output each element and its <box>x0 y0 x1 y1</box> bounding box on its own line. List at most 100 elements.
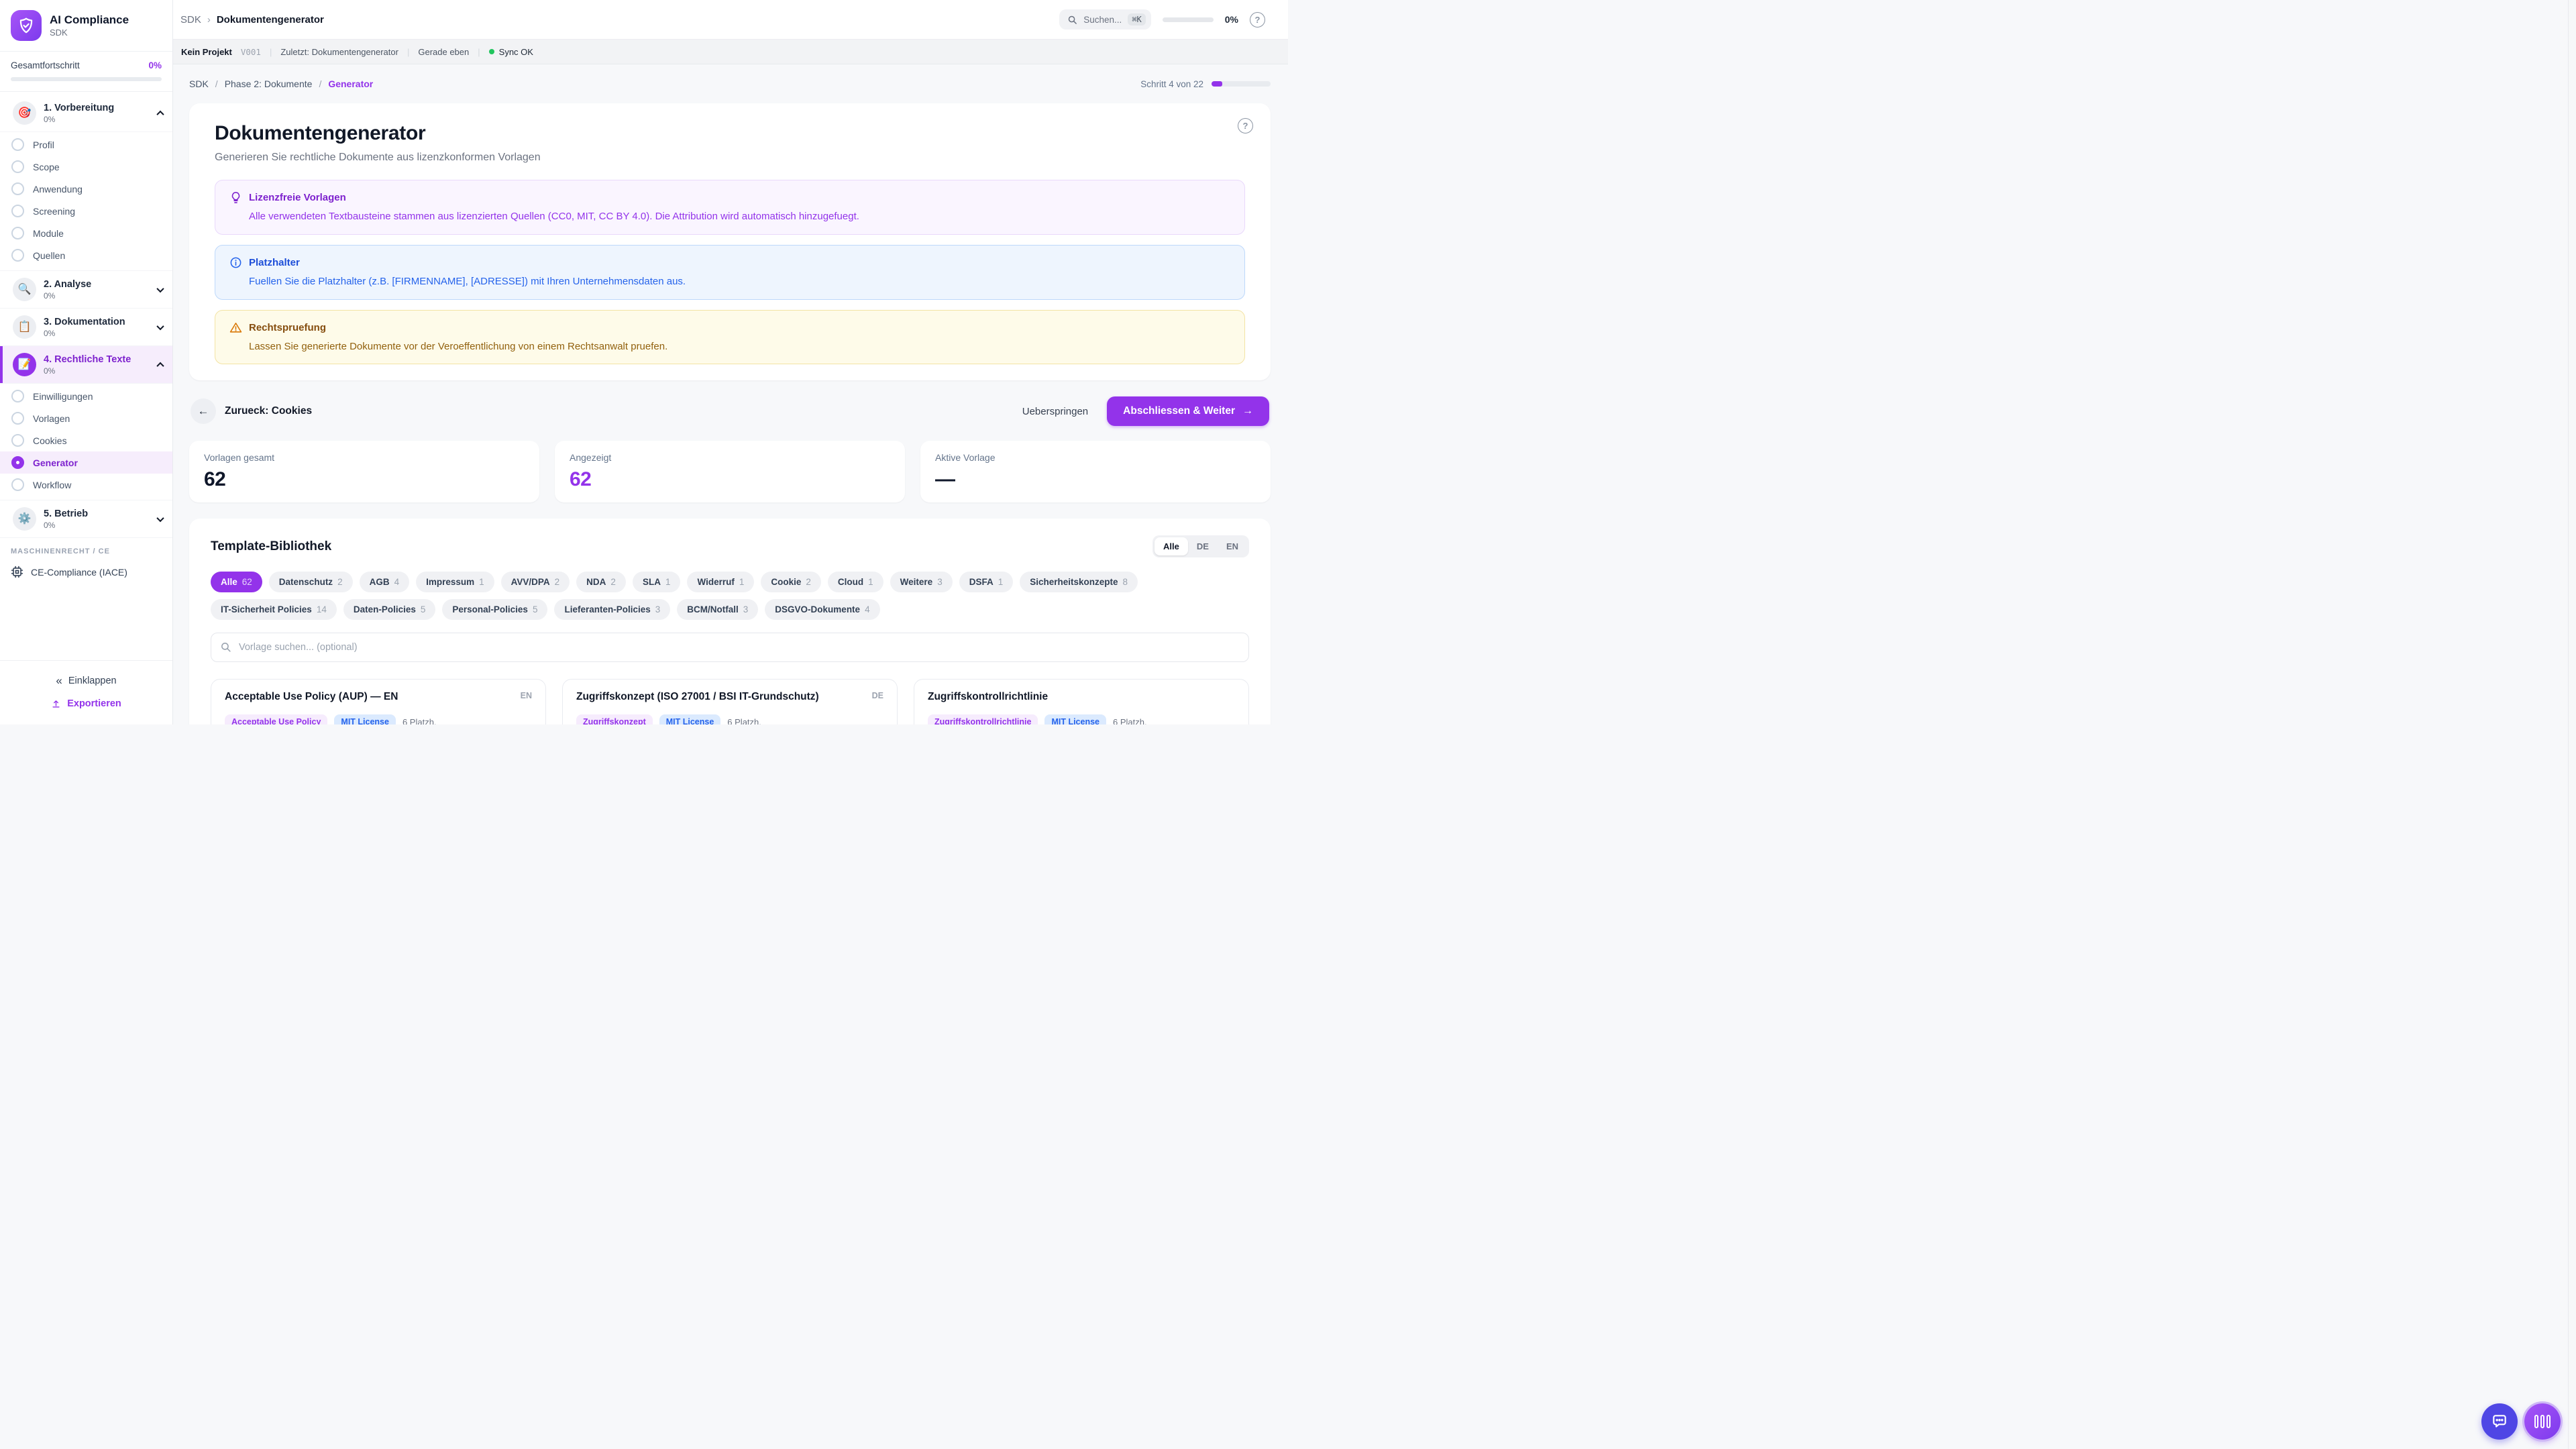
template-search-input[interactable] <box>211 633 1249 662</box>
scrollbar-track[interactable] <box>2568 0 2576 1449</box>
overall-progress-value: 0% <box>148 60 162 70</box>
upload-icon <box>51 699 61 709</box>
gear-icon: ⚙️ <box>13 507 36 531</box>
sidebar-item-workflow[interactable]: Workflow <box>0 474 172 496</box>
license-badge: MIT License <box>659 714 721 724</box>
sidebar-item-profil[interactable]: Profil <box>0 133 172 156</box>
sidebar-footer: « Einklappen Exportieren <box>0 660 172 724</box>
help-icon[interactable]: ? <box>1250 12 1265 28</box>
sidebar-phase-rechtliche-texte[interactable]: 📝 4. Rechtliche Texte 0% <box>0 346 172 384</box>
warning-icon <box>229 321 243 335</box>
overall-progress: Gesamtfortschritt 0% <box>0 52 172 92</box>
chat-fab-button[interactable] <box>2481 1403 2518 1440</box>
filter-chip-bcm-notfall[interactable]: BCM/Notfall3 <box>677 599 758 620</box>
stat-value: 62 <box>570 468 890 491</box>
topbar-breadcrumb: SDK › Dokumentengenerator <box>180 14 324 25</box>
tab-en[interactable]: EN <box>1218 537 1247 555</box>
filter-chip-impressum[interactable]: Impressum1 <box>416 572 494 592</box>
sidebar-item-cookies[interactable]: Cookies <box>0 429 172 451</box>
sidebar: AI Compliance SDK Gesamtfortschritt 0% 🎯… <box>0 0 173 724</box>
radio-empty-icon <box>11 412 24 425</box>
breadcrumb-phase2[interactable]: Phase 2: Dokumente <box>225 78 313 89</box>
radio-empty-icon <box>11 138 24 151</box>
sidebar-item-scope[interactable]: Scope <box>0 156 172 178</box>
template-card-zugriffskonzept[interactable]: Zugriffskonzept (ISO 27001 / BSI IT-Grun… <box>562 679 898 724</box>
step-progress-bar <box>1212 81 1271 87</box>
filter-chip-cookie[interactable]: Cookie2 <box>761 572 821 592</box>
template-card-zugriffskontrollrichtlinie[interactable]: Zugriffskontrollrichtlinie Zugriffskontr… <box>914 679 1249 724</box>
project-status: Kein Projekt <box>181 47 232 57</box>
sidebar-phase-vorbereitung[interactable]: 🎯 1. Vorbereitung 0% <box>0 95 172 132</box>
filter-chip-sla[interactable]: SLA1 <box>633 572 681 592</box>
filter-chip-alle[interactable]: Alle62 <box>211 572 262 592</box>
template-title: Acceptable Use Policy (AUP) — EN <box>225 690 398 704</box>
sidebar-item-ce-compliance[interactable]: CE-Compliance (IACE) <box>0 559 172 584</box>
placeholder-count: 6 Platzh. <box>402 717 437 724</box>
template-card-aup[interactable]: Acceptable Use Policy (AUP) — EN EN Acce… <box>211 679 546 724</box>
stat-card-total: Vorlagen gesamt 62 <box>189 441 539 502</box>
columns-view-fab-button[interactable] <box>2524 1403 2561 1440</box>
alert-license: Lizenzfreie Vorlagen Alle verwendeten Te… <box>215 180 1245 235</box>
finish-next-button[interactable]: Abschliessen & Weiter → <box>1107 396 1269 426</box>
alert-legal-review: Rechtspruefung Lassen Sie generierte Dok… <box>215 310 1245 365</box>
filter-chip-sicherheitskonzepte[interactable]: Sicherheitskonzepte8 <box>1020 572 1138 592</box>
language-tabs: Alle DE EN <box>1152 535 1249 557</box>
sidebar-item-quellen[interactable]: Quellen <box>0 244 172 266</box>
skip-button[interactable]: Ueberspringen <box>1022 406 1088 417</box>
chevron-down-icon <box>156 514 164 521</box>
chevron-down-icon <box>156 284 164 292</box>
sidebar-item-vorlagen[interactable]: Vorlagen <box>0 407 172 429</box>
info-icon <box>229 256 243 270</box>
filter-chip-datenschutz[interactable]: Datenschutz2 <box>269 572 353 592</box>
alert-placeholders: Platzhalter Fuellen Sie die Platzhalter … <box>215 245 1245 300</box>
breadcrumb-sdk[interactable]: SDK <box>189 78 209 89</box>
keyboard-shortcut-badge: ⌘K <box>1128 13 1145 25</box>
tab-alle[interactable]: Alle <box>1155 537 1188 555</box>
sync-status: Sync OK <box>489 47 533 57</box>
stat-card-shown: Angezeigt 62 <box>555 441 905 502</box>
phase-percent: 0% <box>44 115 150 124</box>
filter-chip-nda[interactable]: NDA2 <box>576 572 626 592</box>
sidebar-phase-betrieb[interactable]: ⚙️ 5. Betrieb 0% <box>0 500 172 538</box>
global-search-button[interactable]: Suchen... ⌘K <box>1059 9 1151 30</box>
sidebar-item-anwendung[interactable]: Anwendung <box>0 178 172 200</box>
sidebar-nav: 🎯 1. Vorbereitung 0% Profil Scope Anwend… <box>0 92 172 660</box>
target-icon: 🎯 <box>13 101 36 125</box>
placeholder-count: 6 Platzh. <box>727 717 761 724</box>
filter-chip-dsfa[interactable]: DSFA1 <box>959 572 1014 592</box>
page-header-card: Dokumentengenerator Generieren Sie recht… <box>189 103 1271 380</box>
filter-chip-dsgvo-dokumente[interactable]: DSGVO-Dokumente4 <box>765 599 879 620</box>
filter-chip-avv-dpa[interactable]: AVV/DPA2 <box>501 572 570 592</box>
filter-chip-personal-policies[interactable]: Personal-Policies5 <box>442 599 547 620</box>
sidebar-phase-analyse[interactable]: 🔍 2. Analyse 0% <box>0 271 172 309</box>
radio-empty-icon <box>11 434 24 447</box>
topbar-progress-bar <box>1163 17 1214 22</box>
chevron-right-icon: › <box>207 14 211 25</box>
filter-chip-agb[interactable]: AGB4 <box>360 572 410 592</box>
export-button[interactable]: Exportieren <box>0 692 172 715</box>
breadcrumb-root[interactable]: SDK <box>180 14 201 25</box>
filter-chip-cloud[interactable]: Cloud1 <box>828 572 883 592</box>
help-icon[interactable]: ? <box>1238 118 1253 133</box>
stat-value: 62 <box>204 468 525 491</box>
filter-chip-lieferanten-policies[interactable]: Lieferanten-Policies3 <box>554 599 670 620</box>
sidebar-phase-dokumentation[interactable]: 📋 3. Dokumentation 0% <box>0 309 172 346</box>
stats-row: Vorlagen gesamt 62 Angezeigt 62 Aktive V… <box>189 441 1271 502</box>
sidebar-item-module[interactable]: Module <box>0 222 172 244</box>
alert-title: Platzhalter <box>249 257 300 268</box>
filter-chip-weitere[interactable]: Weitere3 <box>890 572 953 592</box>
search-icon <box>1067 15 1077 25</box>
category-tag: Zugriffskonzept <box>576 714 653 724</box>
sidebar-item-einwilligungen[interactable]: Einwilligungen <box>0 385 172 407</box>
filter-chip-widerruf[interactable]: Widerruf1 <box>687 572 754 592</box>
back-button[interactable]: ← Zurueck: Cookies <box>191 398 312 424</box>
radio-empty-icon <box>11 227 24 239</box>
filter-chips: Alle62 Datenschutz2 AGB4 Impressum1 AVV/… <box>211 572 1249 620</box>
tab-de[interactable]: DE <box>1188 537 1218 555</box>
sidebar-item-screening[interactable]: Screening <box>0 200 172 222</box>
filter-chip-daten-policies[interactable]: Daten-Policies5 <box>343 599 436 620</box>
sidebar-item-generator[interactable]: Generator <box>0 451 172 474</box>
template-title: Zugriffskonzept (ISO 27001 / BSI IT-Grun… <box>576 690 819 704</box>
filter-chip-it-sicherheit-policies[interactable]: IT-Sicherheit Policies14 <box>211 599 337 620</box>
collapse-sidebar-button[interactable]: « Einklappen <box>0 669 172 692</box>
